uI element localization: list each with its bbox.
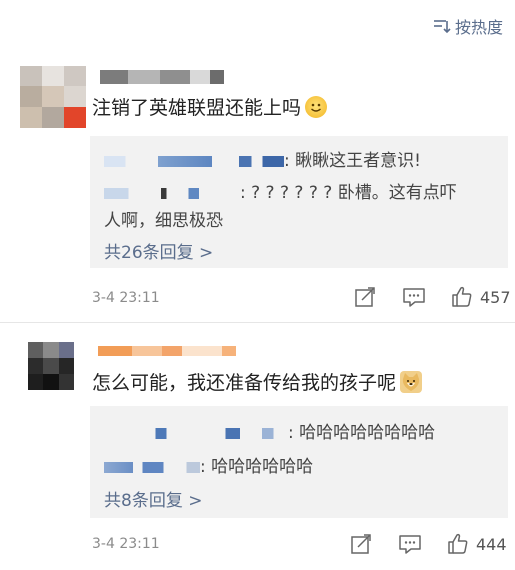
- repost-icon: [351, 534, 371, 554]
- view-more-replies-link[interactable]: 共26条回复 >: [104, 238, 213, 263]
- sort-label: 按热度: [454, 18, 503, 37]
- reply-box[interactable]: : 哈哈哈哈哈哈哈哈 : 哈哈哈哈哈哈 共8条回复 >: [90, 406, 508, 518]
- comment-button[interactable]: [398, 533, 422, 555]
- doge-emoji-icon: [400, 371, 423, 393]
- reply-line: : 瞅瞅这王者意识!: [104, 146, 421, 171]
- comment-text: 怎么可能，我还准备传给我的孩子呢: [92, 368, 423, 395]
- thumbs-up-icon: [452, 286, 472, 307]
- reply-line-continued: 人啊，细思极恐: [104, 211, 223, 231]
- comment-divider: [0, 322, 515, 323]
- avatar[interactable]: [20, 66, 86, 128]
- username-redacted: [104, 427, 288, 439]
- comment-actions: 457: [354, 285, 511, 309]
- username-redacted: [104, 461, 200, 473]
- reply-line: : 哈哈哈哈哈哈: [104, 452, 313, 477]
- view-more-replies-link[interactable]: 共8条回复 >: [104, 486, 202, 511]
- repost-button[interactable]: [354, 286, 376, 308]
- like-button[interactable]: 444: [446, 532, 507, 556]
- reply-line: : ? ? ? ? ? ? 卧槽。这有点吓: [104, 178, 457, 203]
- username-redacted[interactable]: [98, 346, 236, 356]
- username-redacted: [104, 187, 240, 199]
- repost-icon: [355, 287, 375, 307]
- repost-button[interactable]: [350, 533, 372, 555]
- like-count: 444: [476, 534, 507, 554]
- comment-timestamp: 3-4 23:11: [92, 536, 160, 552]
- reply-box[interactable]: : 瞅瞅这王者意识! : ? ? ? ? ? ? 卧槽。这有点吓 人啊，细思极恐…: [90, 136, 508, 268]
- username-redacted[interactable]: [100, 70, 224, 84]
- comment-timestamp: 3-4 23:11: [92, 290, 160, 306]
- comment-icon: [399, 535, 421, 554]
- like-count: 457: [480, 287, 511, 307]
- avatar[interactable]: [28, 342, 74, 390]
- comment-icon: [403, 288, 425, 307]
- like-button[interactable]: 457: [450, 285, 511, 309]
- comment-text: 注销了英雄联盟还能上吗: [92, 93, 328, 120]
- thumbs-up-icon: [448, 533, 468, 554]
- sort-by-hotness-button[interactable]: 按热度: [433, 14, 503, 38]
- comment-button[interactable]: [402, 286, 426, 308]
- comment-actions: 444: [350, 532, 507, 556]
- sort-icon: [433, 18, 451, 34]
- smile-emoji-icon: [305, 96, 328, 118]
- reply-line: : 哈哈哈哈哈哈哈哈: [104, 418, 435, 443]
- username-redacted: [104, 155, 284, 167]
